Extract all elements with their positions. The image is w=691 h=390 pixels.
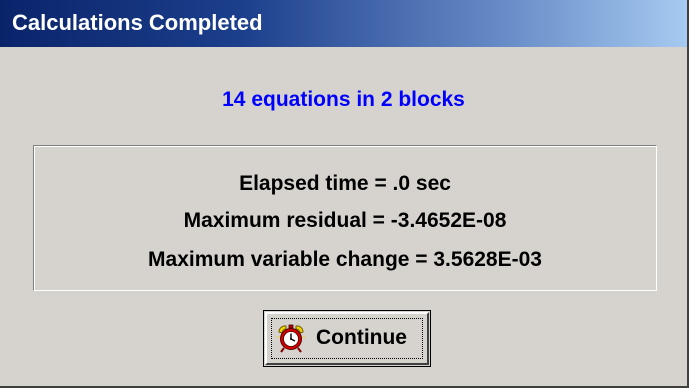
title-bar[interactable]: Calculations Completed: [0, 0, 687, 47]
elapsed-time-text: Elapsed time = .0 sec: [239, 172, 451, 195]
max-residual-text: Maximum residual = -3.4652E-08: [183, 209, 507, 232]
calculations-dialog: Calculations Completed 14 equations in 2…: [0, 0, 689, 388]
continue-button-label: Continue: [316, 326, 407, 349]
alarm-clock-icon: [277, 324, 305, 353]
results-panel: Elapsed time = .0 sec Maximum residual =…: [33, 145, 657, 291]
dialog-title: Calculations Completed: [12, 10, 263, 35]
continue-button[interactable]: Continue: [263, 310, 431, 367]
max-variable-change-text: Maximum variable change = 3.5628E-03: [148, 248, 542, 271]
equations-summary: 14 equations in 2 blocks: [222, 88, 465, 111]
